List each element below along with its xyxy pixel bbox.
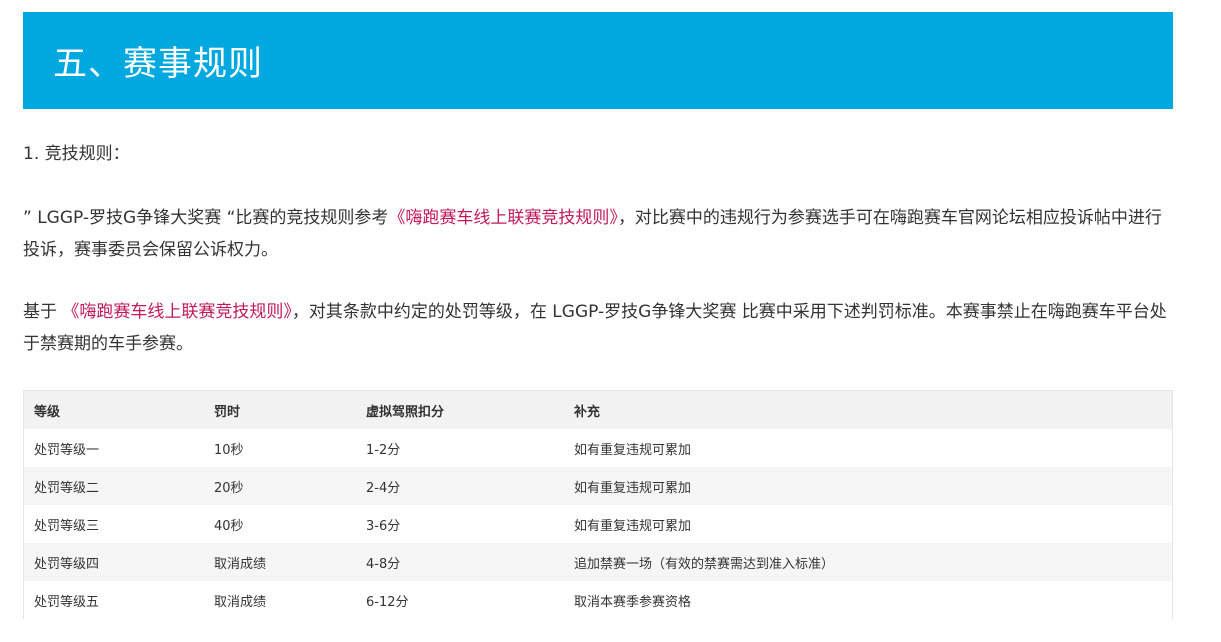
table-row: 处罚等级四 取消成绩 4-8分 追加禁赛一场（有效的禁赛需达到准入标准） (23, 543, 1173, 581)
rule-heading: 1. 竞技规则： (23, 144, 130, 164)
rules-link[interactable]: 《嗨跑赛车线上联赛竞技规则》 (388, 208, 618, 228)
cell-notes: 追加禁赛一场（有效的禁赛需达到准入标准） (564, 543, 1173, 581)
cell-time-penalty: 20秒 (204, 467, 356, 505)
cell-license-points: 2-4分 (356, 467, 564, 505)
cell-notes: 如有重复违规可累加 (564, 467, 1173, 505)
cell-license-points: 1-2分 (356, 429, 564, 467)
cell-level: 处罚等级二 (23, 467, 204, 505)
page: 五、赛事规则 1. 竞技规则： ” LGGP-罗技G争锋大奖赛 “比赛的竞技规则… (0, 0, 1221, 642)
cell-level: 处罚等级三 (23, 505, 204, 543)
cell-time-penalty: 40秒 (204, 505, 356, 543)
table-row: 处罚等级五 取消成绩 6-12分 取消本赛季参赛资格 (23, 581, 1173, 619)
column-header-level: 等级 (23, 390, 204, 429)
cell-license-points: 4-8分 (356, 543, 564, 581)
para1-text-before: ” LGGP-罗技G争锋大奖赛 “比赛的竞技规则参考 (23, 208, 389, 228)
column-header-time-penalty: 罚时 (204, 390, 356, 429)
cell-notes: 如有重复违规可累加 (564, 505, 1173, 543)
column-header-notes: 补充 (564, 390, 1173, 429)
cell-level: 处罚等级一 (23, 429, 204, 467)
table-row: 处罚等级二 20秒 2-4分 如有重复违规可累加 (23, 467, 1173, 505)
cell-time-penalty: 取消成绩 (204, 543, 356, 581)
table-row: 处罚等级一 10秒 1-2分 如有重复违规可累加 (23, 429, 1173, 467)
cell-license-points: 3-6分 (356, 505, 564, 543)
cell-time-penalty: 取消成绩 (204, 581, 356, 619)
column-header-license-points: 虚拟驾照扣分 (356, 390, 564, 429)
cell-notes: 取消本赛季参赛资格 (564, 581, 1173, 619)
rules-link[interactable]: 《嗨跑赛车线上联赛竞技规则》 (62, 302, 292, 322)
rules-content: 1. 竞技规则： ” LGGP-罗技G争锋大奖赛 “比赛的竞技规则参考《嗨跑赛车… (23, 138, 1173, 390)
cell-license-points: 6-12分 (356, 581, 564, 619)
table-row: 处罚等级三 40秒 3-6分 如有重复违规可累加 (23, 505, 1173, 543)
penalty-table: 等级 罚时 虚拟驾照扣分 补充 处罚等级一 10秒 1-2分 如有重复违规可累加… (23, 390, 1173, 619)
table-header-row: 等级 罚时 虚拟驾照扣分 补充 (23, 390, 1173, 429)
section-title: 五、赛事规则 (53, 44, 263, 84)
cell-level: 处罚等级四 (23, 543, 204, 581)
cell-time-penalty: 10秒 (204, 429, 356, 467)
cell-level: 处罚等级五 (23, 581, 204, 619)
para2-text-before: 基于 (23, 302, 57, 322)
section-header: 五、赛事规则 (23, 12, 1173, 109)
cell-notes: 如有重复违规可累加 (564, 429, 1173, 467)
rule-paragraph-2: 基于 《嗨跑赛车线上联赛竞技规则》，对其条款中约定的处罚等级，在 LGGP-罗技… (23, 296, 1173, 360)
rule-paragraph-1: ” LGGP-罗技G争锋大奖赛 “比赛的竞技规则参考《嗨跑赛车线上联赛竞技规则》… (23, 202, 1173, 266)
